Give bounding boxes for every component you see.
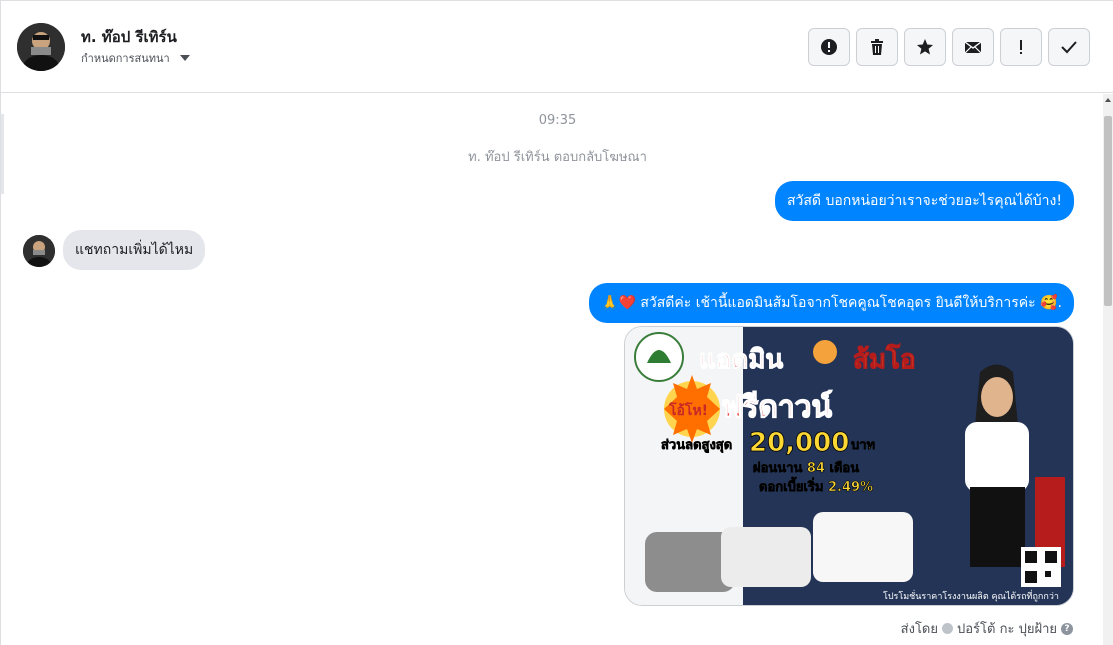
sender-avatar xyxy=(23,235,55,267)
scroll-up-arrow-icon[interactable] xyxy=(1105,98,1111,102)
star-icon xyxy=(917,39,933,55)
ad-headline: แอดมิน xyxy=(699,345,783,375)
mark-unread-button[interactable] xyxy=(952,28,994,66)
alert-circle-icon xyxy=(821,39,837,55)
ad-discount-label: ส่วนลดสูงสุด xyxy=(661,438,732,453)
star-button[interactable] xyxy=(904,28,946,66)
mark-spam-button[interactable] xyxy=(808,28,850,66)
contact-name[interactable]: ท. ท๊อป รีเทิร์น xyxy=(81,25,177,49)
delete-button[interactable] xyxy=(856,28,898,66)
caret-down-icon xyxy=(179,55,190,61)
ad-discount-unit: บาท xyxy=(851,438,875,453)
verified-dot-icon xyxy=(942,623,953,634)
help-icon[interactable]: ? xyxy=(1061,622,1073,635)
envelope-icon xyxy=(964,41,982,54)
exclamation-icon xyxy=(1020,40,1022,54)
sent-by-name[interactable]: ปอร์โต้ กะ ปุยฝ้าย xyxy=(957,618,1057,639)
sent-by-label: ส่งโดย xyxy=(900,622,938,637)
thread-scrollbar[interactable] xyxy=(1103,94,1113,645)
incoming-message[interactable]: แชทถามเพิ่มได้ไหม xyxy=(63,230,206,270)
ad-graphic: แอดมิน ส้มโอ โอ้โห! ฟรีดาวน์ ส่วนลดสูงสุ… xyxy=(625,327,1073,605)
follow-up-button[interactable] xyxy=(1000,28,1042,66)
message-timestamp: 09:35 xyxy=(538,113,577,128)
check-icon xyxy=(1061,41,1077,54)
trash-icon xyxy=(871,39,883,55)
mark-done-button[interactable] xyxy=(1048,28,1090,66)
system-message: ท. ท๊อป รีเทิร์น ตอบกลับโฆษณา xyxy=(468,150,647,165)
ad-discount-value: 20,000 xyxy=(749,428,849,458)
ad-headline-2: ส้มโอ xyxy=(853,343,916,375)
ad-image-attachment[interactable]: แอดมิน ส้มโอ โอ้โห! ฟรีดาวน์ ส่วนลดสูงสุ… xyxy=(624,326,1074,606)
assign-conversation-dropdown[interactable]: กำหนดการสนทนา xyxy=(81,49,190,67)
sent-by-line: ส่งโดย ปอร์โต้ กะ ปุยฝ้าย ? xyxy=(901,618,1073,639)
message-thread: 09:35 ท. ท๊อป รีเทิร์น ตอบกลับโฆษณา สวัส… xyxy=(1,94,1103,645)
assign-label: กำหนดการสนทนา xyxy=(81,52,170,65)
scroll-thumb[interactable] xyxy=(1104,116,1112,306)
contact-avatar[interactable] xyxy=(17,23,65,71)
outgoing-message[interactable]: สวัสดี บอกหน่อยว่าเราจะช่วยอะไรคุณได้บ้า… xyxy=(774,181,1074,221)
conversation-actions xyxy=(808,28,1090,66)
ad-promo: ฟรีดาวน์ xyxy=(721,390,833,425)
outgoing-message[interactable]: 🙏❤️ สวัสดีค่ะ เช้านี้แอดมินส้มโอจากโชคคู… xyxy=(589,283,1074,323)
ad-installment: ผ่อนนาน 84 เดือน xyxy=(753,460,859,476)
conversation-header: ท. ท๊อป รีเทิร์น กำหนดการสนทนา xyxy=(1,1,1113,93)
ad-badge: โอ้โห! xyxy=(668,401,708,419)
inbox-conversation-panel: ท. ท๊อป รีเทิร์น กำหนดการสนทนา 09:35 ท. … xyxy=(0,0,1113,645)
